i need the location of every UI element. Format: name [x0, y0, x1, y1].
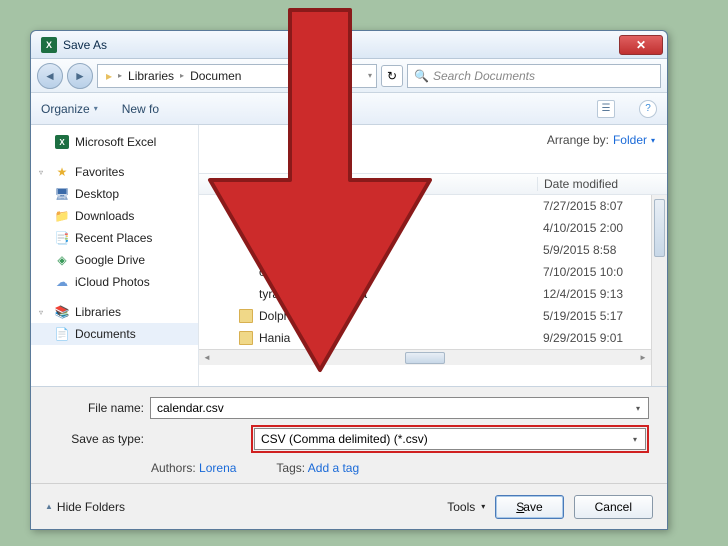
folder-icon	[239, 331, 253, 345]
filename-input[interactable]: calendar.csv ▾	[150, 397, 649, 419]
sidebar-item-downloads[interactable]: 📁 Downloads	[31, 205, 198, 227]
search-input[interactable]: 🔍 Search Documents	[407, 64, 661, 88]
close-button[interactable]: ✕	[619, 35, 663, 55]
new-folder-button[interactable]: New fo	[122, 102, 159, 116]
view-options-button[interactable]: ☰	[597, 100, 615, 118]
folder-icon: 📁	[55, 209, 69, 223]
tags-value[interactable]: Add a tag	[308, 461, 359, 475]
authors-label: Authors:	[151, 461, 196, 475]
chevron-down-icon[interactable]: ▾	[630, 400, 646, 416]
desktop-icon: 🖥	[55, 187, 69, 201]
file-row[interactable]: 4/10/2015 2:00	[199, 217, 667, 239]
tools-menu[interactable]: Tools	[447, 500, 485, 514]
savetype-label: Save as type:	[43, 432, 144, 446]
forward-button[interactable]: ►	[67, 63, 93, 89]
chevron-down-icon[interactable]: ▾	[627, 431, 643, 447]
breadcrumb-segment[interactable]: Libraries	[124, 69, 178, 83]
sidebar-item-recent[interactable]: 📑 Recent Places	[31, 227, 198, 249]
vertical-scrollbar[interactable]	[651, 195, 667, 386]
libraries-icon: 📚	[55, 305, 69, 319]
file-row[interactable]: om Office Templates7/10/2015 10:0	[199, 261, 667, 283]
sidebar-item-favorites[interactable]: ▿★ Favorites	[31, 161, 198, 183]
toolbar: Organize New fo ☰ ?	[31, 93, 667, 125]
hide-folders-toggle[interactable]: Hide Folders	[45, 500, 125, 514]
arrange-by[interactable]: Arrange by: Folder ▾	[547, 133, 655, 147]
documents-icon: 📄	[55, 327, 69, 341]
file-row[interactable]: 7/27/2015 8:07	[199, 195, 667, 217]
folder-icon: ▸	[102, 69, 116, 83]
breadcrumb[interactable]: ▸ ▸ Libraries ▸ Documen ▾	[97, 64, 377, 88]
excel-app-icon: X	[41, 37, 57, 53]
col-date[interactable]: Date modified	[537, 177, 667, 191]
window-title: Save As	[63, 38, 107, 52]
savetype-dropdown[interactable]: CSV (Comma delimited) (*.csv) ▾	[254, 428, 646, 450]
sidebar-item-gdrive[interactable]: ◈ Google Drive	[31, 249, 198, 271]
tags-label: Tags:	[276, 461, 305, 475]
library-title: Documents Library	[211, 133, 312, 156]
sidebar-item-icloud[interactable]: ☁ iCloud Photos	[31, 271, 198, 293]
save-as-dialog: X Save As ✕ ◄ ► ▸ ▸ Libraries ▸ Documen …	[30, 30, 668, 530]
authors-value[interactable]: Lorena	[199, 461, 236, 475]
recent-icon: 📑	[55, 231, 69, 245]
sidebar-item-desktop[interactable]: 🖥 Desktop	[31, 183, 198, 205]
horizontal-scrollbar[interactable]: ◄►	[199, 349, 651, 365]
column-headers[interactable]: Name Date modified	[199, 173, 667, 195]
star-icon: ★	[55, 165, 69, 179]
sidebar-item-documents[interactable]: 📄 Documents	[31, 323, 198, 345]
organize-menu[interactable]: Organize	[41, 102, 98, 116]
breadcrumb-segment[interactable]: Documen	[186, 69, 245, 83]
file-panel: Documents Library Arrange by: Folder ▾ N…	[199, 125, 667, 386]
nav-row: ◄ ► ▸ ▸ Libraries ▸ Documen ▾ ↻ 🔍 Search…	[31, 59, 667, 93]
sidebar-item-excel[interactable]: X Microsoft Excel	[31, 131, 198, 153]
refresh-button[interactable]: ↻	[381, 65, 403, 87]
help-button[interactable]: ?	[639, 100, 657, 118]
footer: Hide Folders Tools Save Cancel	[31, 483, 667, 529]
folder-icon	[239, 309, 253, 323]
cloud-icon: ☁	[55, 275, 69, 289]
drive-icon: ◈	[55, 253, 69, 267]
save-button[interactable]: Save	[495, 495, 563, 519]
search-icon: 🔍	[414, 69, 429, 83]
cancel-button[interactable]: Cancel	[574, 495, 653, 519]
sidebar-item-libraries[interactable]: ▿📚 Libraries	[31, 301, 198, 323]
filename-label: File name:	[49, 401, 144, 415]
file-row[interactable]: Dolphin Emulator5/19/2015 5:17	[199, 305, 667, 327]
back-button[interactable]: ◄	[37, 63, 63, 89]
excel-icon: X	[55, 135, 69, 149]
col-name[interactable]: Name	[199, 177, 537, 191]
file-row[interactable]: tyra kursi infermieria12/4/2015 9:13	[199, 283, 667, 305]
file-row[interactable]: Hania9/29/2015 9:01	[199, 327, 667, 349]
sidebar: X Microsoft Excel ▿★ Favorites 🖥 Desktop…	[31, 125, 199, 386]
file-row[interactable]: ia Studio5/9/2015 8:58	[199, 239, 667, 261]
titlebar: X Save As ✕	[31, 31, 667, 59]
